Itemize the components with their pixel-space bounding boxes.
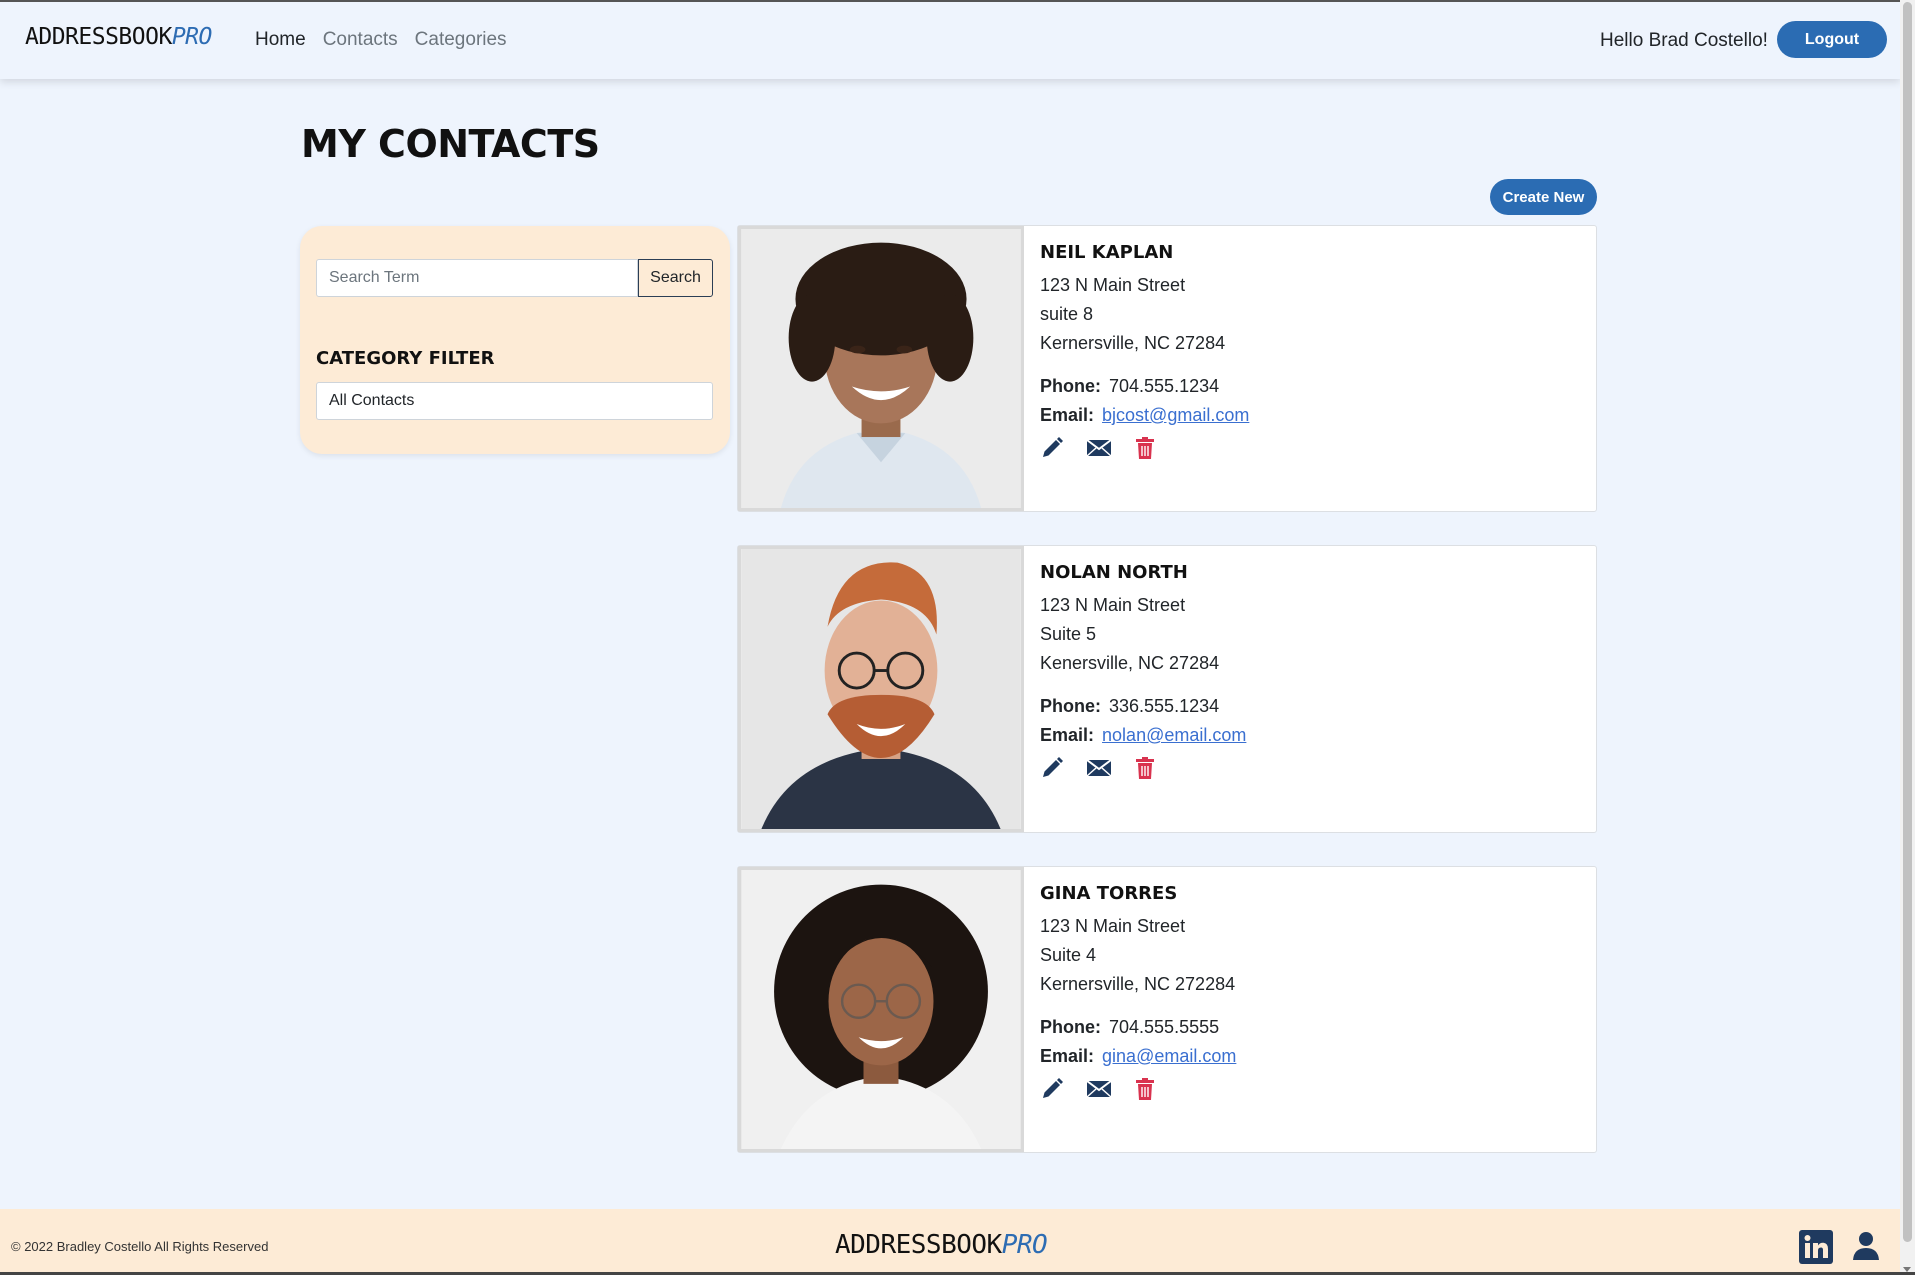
address-line-1: 123 N Main Street (1040, 275, 1186, 295)
brand-main: ADDRESSBOOK (25, 24, 172, 50)
copyright-text: © 2022 Bradley Costello All Rights Reser… (11, 1239, 269, 1254)
pencil-icon[interactable] (1040, 756, 1064, 780)
contact-card: NOLAN NORTH 123 N Main Street Suite 5 Ke… (737, 545, 1597, 833)
phone-value: 704.555.1234 (1109, 376, 1220, 396)
email-link[interactable]: gina@email.com (1102, 1046, 1236, 1066)
logout-button[interactable]: Logout (1777, 21, 1887, 58)
phone-value: 704.555.5555 (1109, 1017, 1220, 1037)
search-button[interactable]: Search (638, 259, 713, 297)
scrollbar-thumb[interactable] (1903, 2, 1912, 1242)
footer-brand-main: ADDRESSBOOK (835, 1230, 1002, 1260)
create-new-button[interactable]: Create New (1490, 179, 1597, 215)
contact-info: GINA TORRES 123 N Main Street Suite 4 Ke… (1040, 883, 1236, 1101)
contact-card: GINA TORRES 123 N Main Street Suite 4 Ke… (737, 866, 1597, 1153)
city-state-zip: Kernersville, NC 27284 (1040, 333, 1226, 353)
email-link[interactable]: nolan@email.com (1102, 725, 1246, 745)
contact-info: NOLAN NORTH 123 N Main Street Suite 5 Ke… (1040, 562, 1246, 780)
contact-name: NEIL KAPLAN (1040, 242, 1174, 263)
search-input[interactable] (316, 259, 638, 297)
address-line-2: Suite 5 (1040, 624, 1097, 644)
phone-label: Phone: (1040, 696, 1101, 716)
trash-icon[interactable] (1134, 1077, 1156, 1101)
email-label: Email: (1040, 1046, 1095, 1066)
phone-value: 336.555.1234 (1109, 696, 1220, 716)
address-line-2: Suite 4 (1040, 945, 1097, 965)
contact-name: NOLAN NORTH (1040, 562, 1188, 583)
brand-logo[interactable]: ADDRESSBOOKPRO (25, 24, 212, 50)
contact-photo (738, 226, 1024, 511)
email-label: Email: (1040, 725, 1095, 745)
envelope-icon[interactable] (1086, 1079, 1112, 1099)
address-line-1: 123 N Main Street (1040, 595, 1186, 615)
avatar-image-nolan (741, 549, 1021, 829)
footer-brand-logo: ADDRESSBOOKPRO (835, 1230, 1048, 1260)
phone-label: Phone: (1040, 1017, 1101, 1037)
contact-name: GINA TORRES (1040, 883, 1178, 904)
page-scrollbar[interactable] (1900, 0, 1915, 1275)
linkedin-icon[interactable] (1799, 1230, 1833, 1269)
nav-contacts-link[interactable]: Contacts (323, 29, 398, 51)
trash-icon[interactable] (1134, 436, 1156, 460)
brand-accent: PRO (171, 24, 213, 50)
avatar-image-gina (741, 870, 1021, 1149)
pencil-icon[interactable] (1040, 436, 1064, 460)
category-filter-title: CATEGORY FILTER (316, 348, 495, 369)
user-greeting: Hello Brad Costello! (1600, 30, 1768, 51)
address-line-2: suite 8 (1040, 304, 1094, 324)
envelope-icon[interactable] (1086, 438, 1112, 458)
address-line-1: 123 N Main Street (1040, 916, 1186, 936)
city-state-zip: Kernersville, NC 272284 (1040, 974, 1236, 994)
contact-card: NEIL KAPLAN 123 N Main Street suite 8 Ke… (737, 225, 1597, 512)
phone-label: Phone: (1040, 376, 1101, 396)
pencil-icon[interactable] (1040, 1077, 1064, 1101)
category-filter-select[interactable]: All Contacts (316, 382, 713, 420)
email-link[interactable]: bjcost@gmail.com (1102, 405, 1249, 425)
top-navbar: ADDRESSBOOKPRO Home Contacts Categories … (0, 0, 1900, 79)
avatar-image-neil (741, 229, 1021, 508)
city-state-zip: Kenersville, NC 27284 (1040, 653, 1220, 673)
footer-brand-accent: PRO (1001, 1230, 1048, 1260)
page-title: MY CONTACTS (301, 122, 600, 166)
envelope-icon[interactable] (1086, 758, 1112, 778)
nav-categories-link[interactable]: Categories (415, 29, 507, 51)
contact-info: NEIL KAPLAN 123 N Main Street suite 8 Ke… (1040, 242, 1249, 460)
page-footer: © 2022 Bradley Costello All Rights Reser… (0, 1209, 1900, 1275)
nav-home-link[interactable]: Home (255, 29, 306, 51)
email-label: Email: (1040, 405, 1095, 425)
trash-icon[interactable] (1134, 756, 1156, 780)
search-filter-panel: Search CATEGORY FILTER All Contacts (300, 226, 730, 454)
person-icon[interactable] (1852, 1231, 1880, 1266)
nav-links: Home Contacts Categories (255, 29, 507, 51)
contact-photo (738, 546, 1024, 832)
contact-photo (738, 867, 1024, 1152)
